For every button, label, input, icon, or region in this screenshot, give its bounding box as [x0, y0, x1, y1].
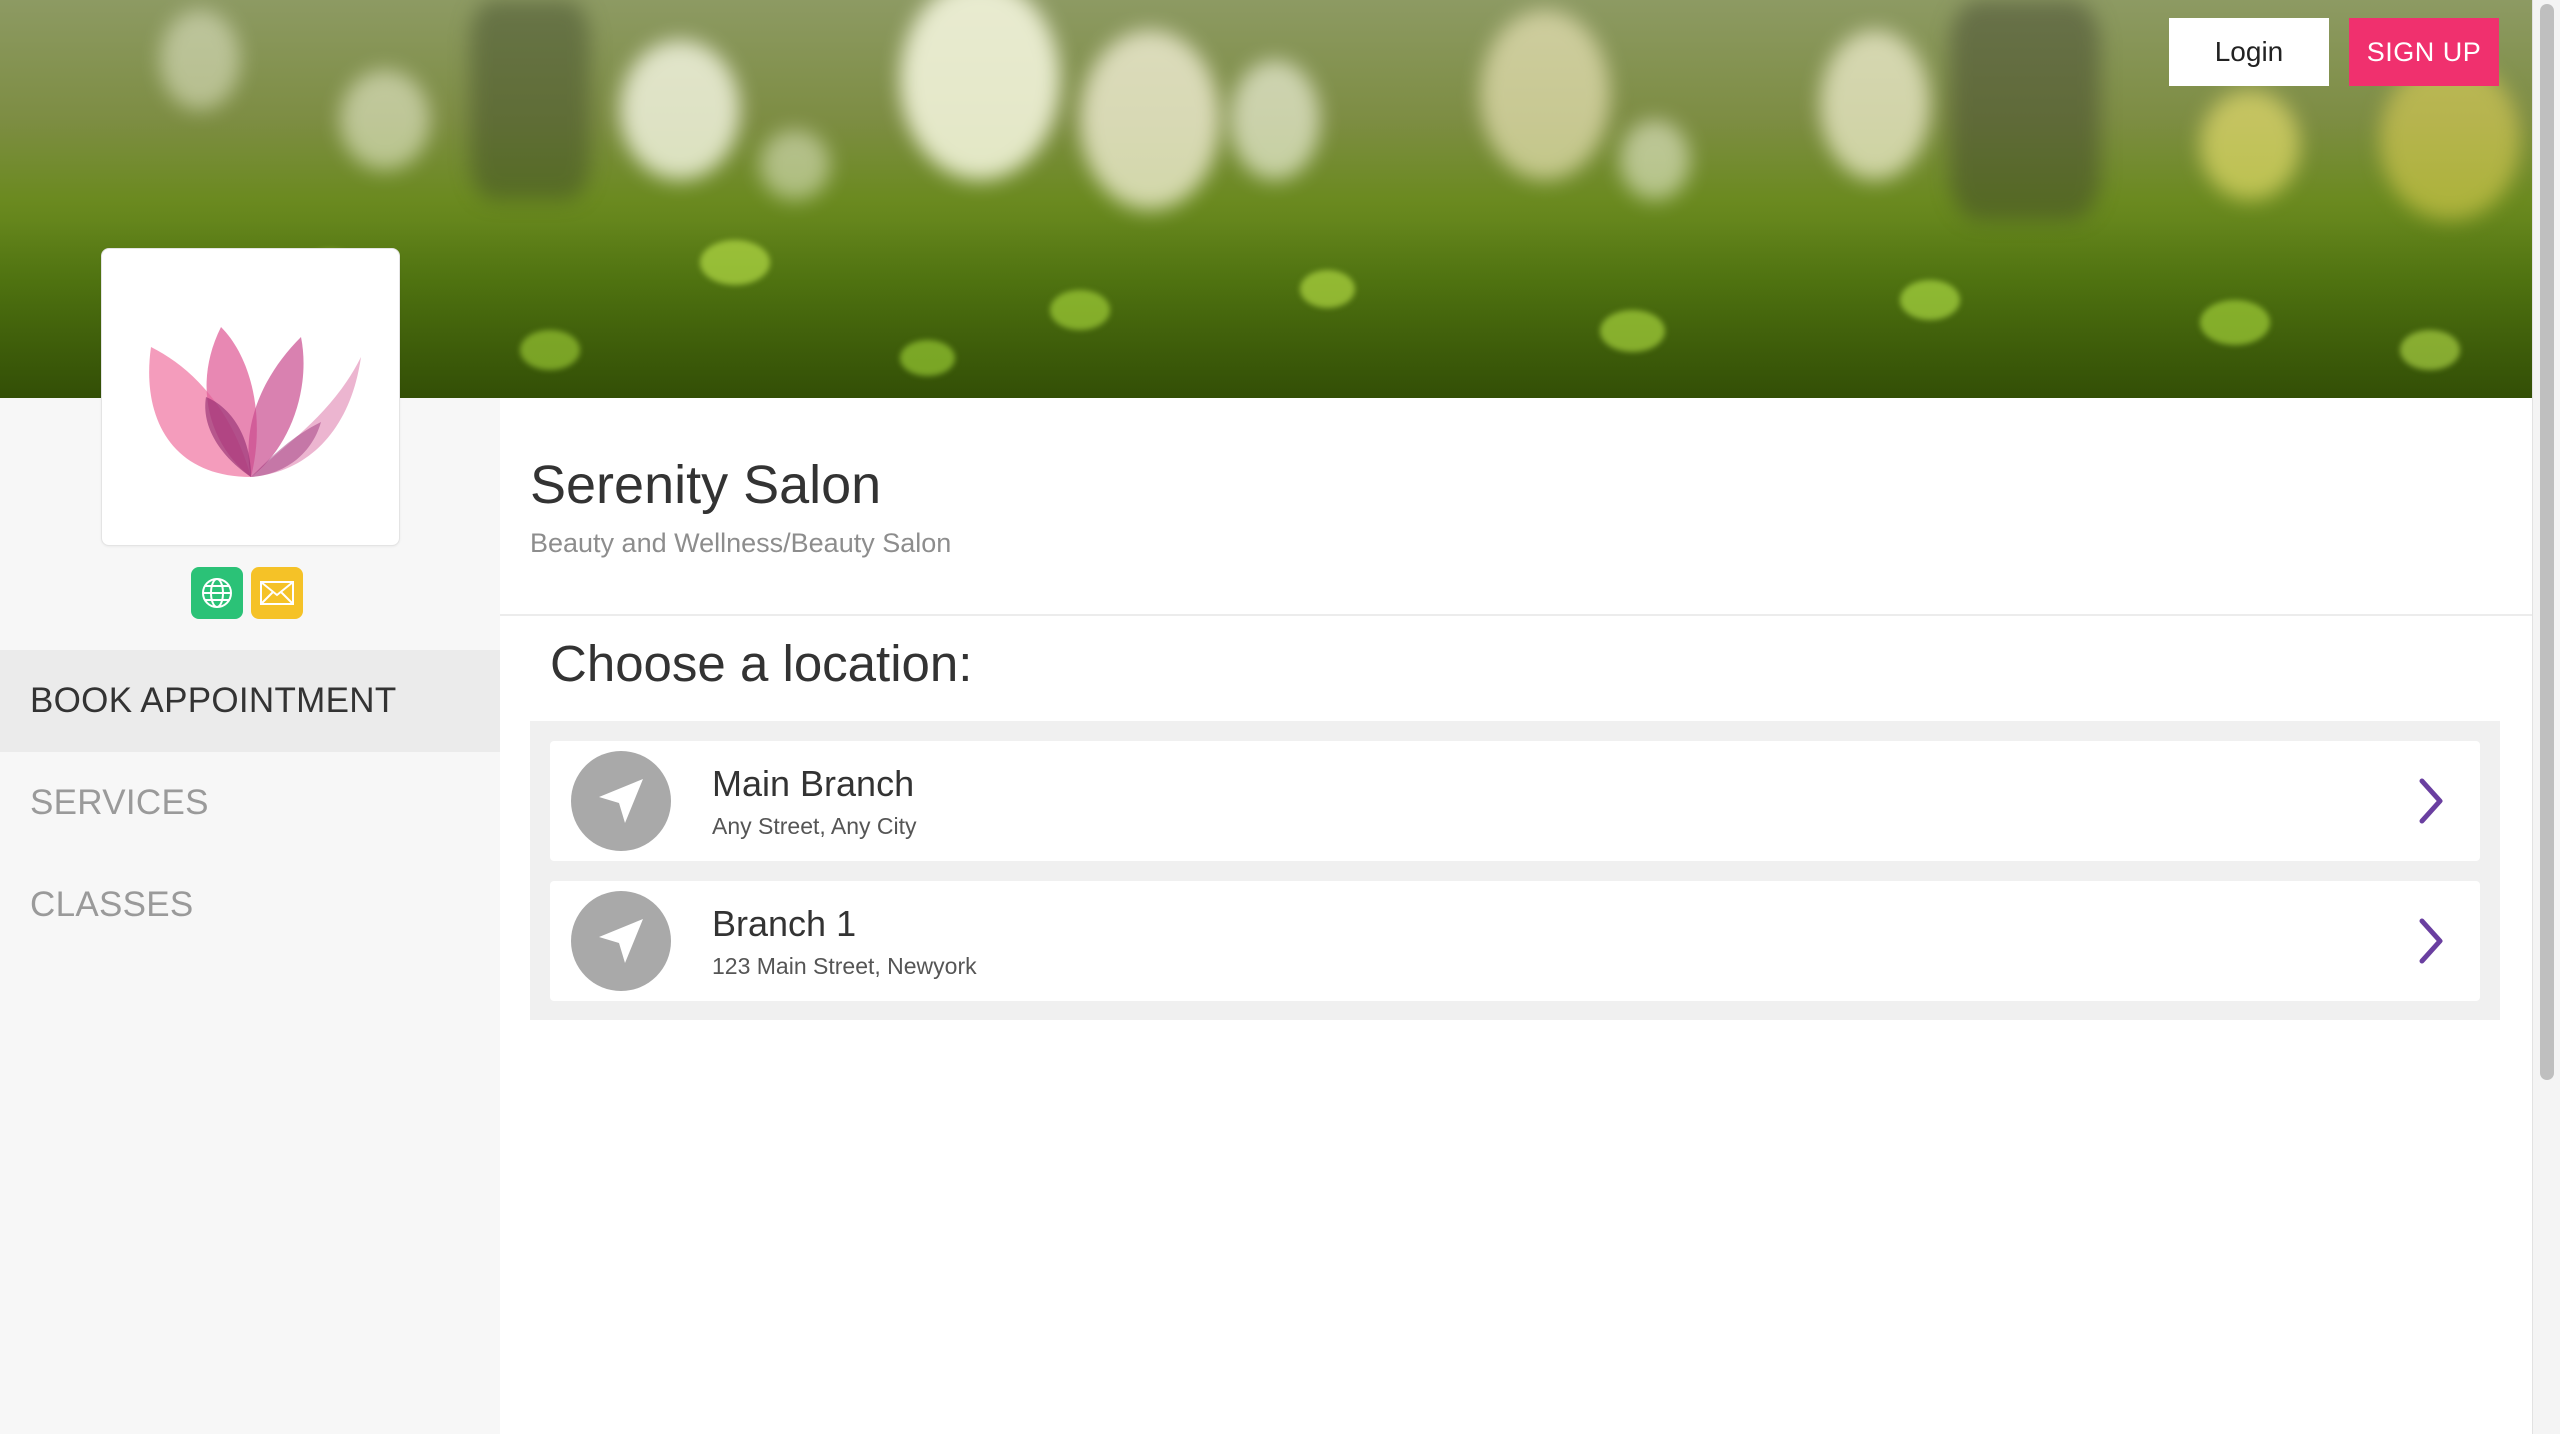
nav-item-label: CLASSES [30, 885, 194, 924]
email-link[interactable] [251, 567, 303, 619]
location-name: Main Branch [712, 763, 915, 804]
login-button[interactable]: Login [2169, 18, 2329, 86]
website-link[interactable] [191, 567, 243, 619]
location-list: Main Branch Any Street, Any City Branch … [530, 721, 2500, 1020]
page: Login SIGN UP BOOK APPOINTMENT SERVICES … [0, 0, 2560, 1434]
nav-item-book-appointment[interactable]: BOOK APPOINTMENT [0, 650, 500, 752]
vertical-scrollbar[interactable] [2532, 0, 2560, 1434]
location-name: Branch 1 [712, 903, 857, 944]
scrollbar-thumb[interactable] [2540, 4, 2554, 1080]
envelope-icon [260, 581, 294, 605]
lotus-logo-icon [148, 327, 361, 477]
business-logo [101, 248, 400, 546]
nav-item-services[interactable]: SERVICES [0, 752, 500, 854]
nav-item-label: SERVICES [30, 783, 209, 822]
globe-icon [202, 578, 232, 608]
location-address: 123 Main Street, Newyork [712, 953, 977, 979]
main-content: Serenity Salon Beauty and Wellness/Beaut… [500, 398, 2532, 1434]
location-card-branch-1[interactable]: Branch 1 123 Main Street, Newyork [550, 881, 2480, 1001]
sidebar-nav: BOOK APPOINTMENT SERVICES CLASSES [0, 650, 500, 956]
chevron-right-icon [2419, 778, 2443, 824]
chevron-right-icon [2419, 918, 2443, 964]
location-address: Any Street, Any City [712, 813, 917, 839]
social-links [191, 567, 303, 619]
nav-item-label: BOOK APPOINTMENT [30, 681, 397, 720]
divider [500, 614, 2532, 616]
location-card-main-branch[interactable]: Main Branch Any Street, Any City [550, 741, 2480, 861]
nav-item-classes[interactable]: CLASSES [0, 854, 500, 956]
business-name: Serenity Salon [530, 455, 882, 515]
section-heading: Choose a location: [550, 635, 973, 692]
business-category: Beauty and Wellness/Beauty Salon [530, 528, 952, 558]
location-arrow-icon [571, 751, 671, 851]
location-arrow-icon [571, 891, 671, 991]
signup-button[interactable]: SIGN UP [2349, 18, 2499, 86]
